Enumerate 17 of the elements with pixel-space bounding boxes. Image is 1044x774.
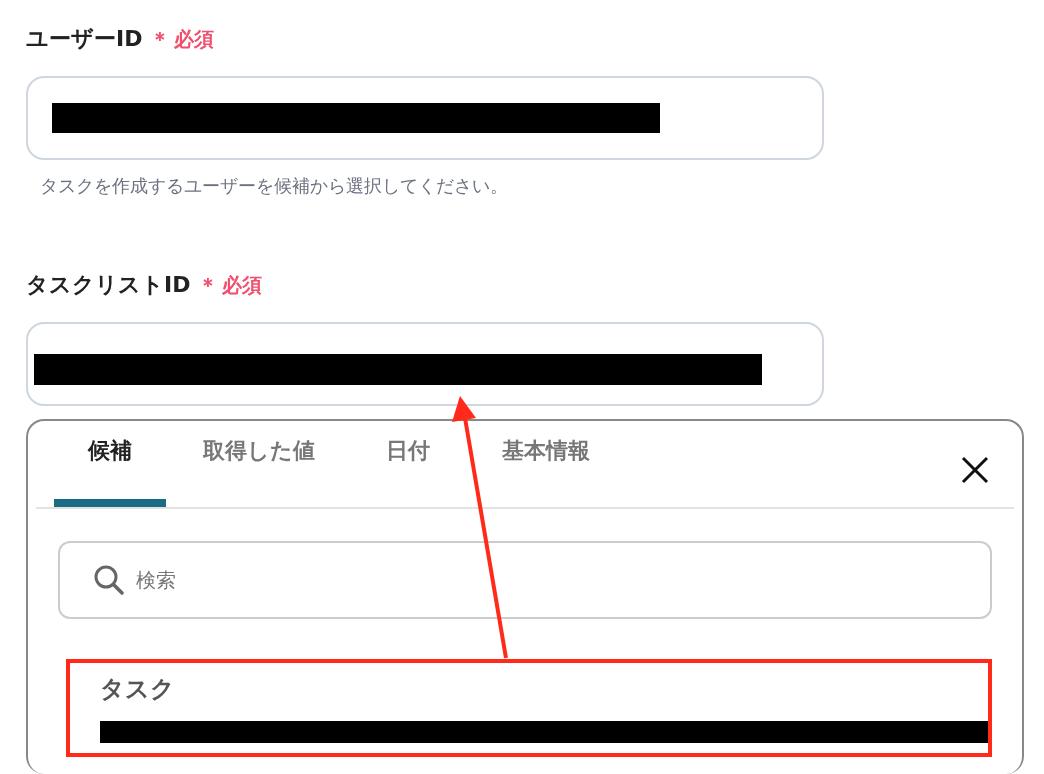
help-text: タスクを作成するユーザーを候補から選択してください。 <box>40 174 509 198</box>
field-label: タスクリストID <box>26 271 191 299</box>
input-field[interactable] <box>26 322 824 406</box>
required-label: 必須 <box>222 272 263 299</box>
field-label: ユーザーID <box>26 25 143 53</box>
tab[interactable]: 基本情報 <box>482 427 610 507</box>
required-mark: ＊ <box>198 272 219 299</box>
close-button[interactable] <box>960 455 990 485</box>
required-mark: ＊ <box>150 26 171 53</box>
tab[interactable]: 取得した値 <box>184 427 334 507</box>
input-field[interactable] <box>26 76 824 160</box>
tab[interactable]: 候補 <box>54 427 166 507</box>
tab[interactable]: 日付 <box>352 427 464 507</box>
option-item[interactable]: タスク <box>66 659 992 757</box>
search-field[interactable]: 検索 <box>58 541 992 619</box>
option-title: タスク <box>100 674 176 705</box>
required-label: 必須 <box>174 26 215 53</box>
